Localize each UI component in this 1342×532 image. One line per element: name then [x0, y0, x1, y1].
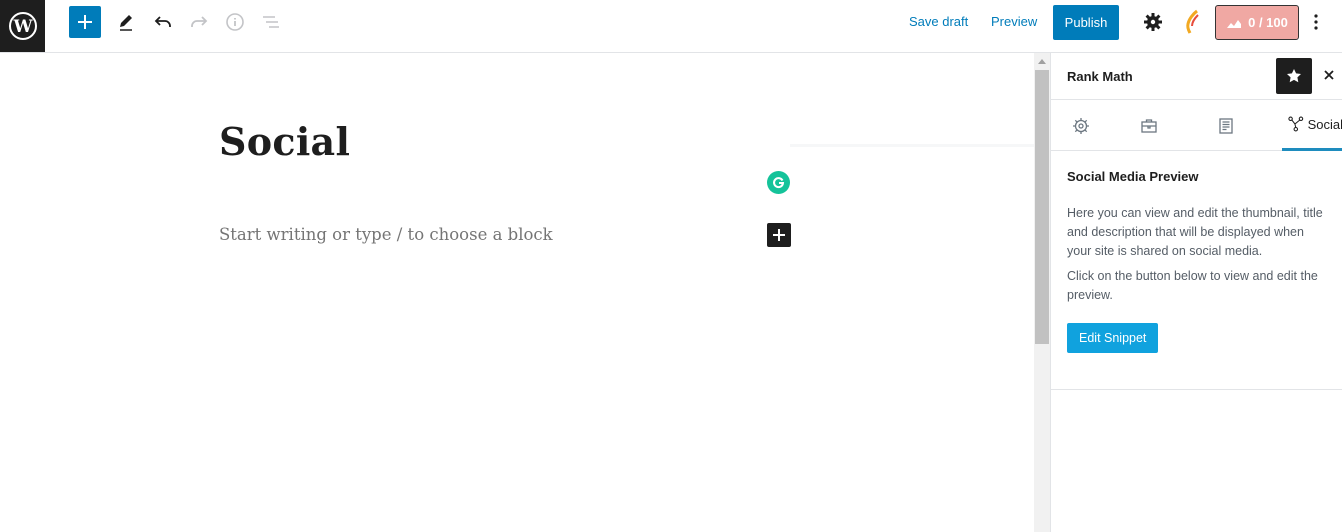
preview-button[interactable]: Preview: [991, 14, 1037, 29]
publish-button[interactable]: Publish: [1053, 5, 1119, 40]
svg-text:W: W: [12, 17, 33, 37]
sidebar-tabs: Social: [1051, 100, 1342, 151]
list-view-icon: [263, 16, 279, 28]
tab-social-label: Social: [1307, 116, 1342, 132]
add-block-button[interactable]: [69, 6, 101, 38]
tools-button[interactable]: [110, 6, 142, 38]
editor-header: W Save draft Preview Publish 0 / 100: [0, 0, 1342, 53]
gear-icon: [1144, 13, 1162, 31]
post-title[interactable]: Social: [219, 119, 350, 164]
scrollbar-thumb[interactable]: [1035, 70, 1049, 344]
edit-snippet-button[interactable]: Edit Snippet: [1067, 323, 1159, 353]
scroll-up-arrow-icon[interactable]: [1034, 53, 1050, 69]
redo-button[interactable]: [183, 6, 215, 38]
panel-description: Here you can view and edit the thumbnail…: [1067, 206, 1323, 258]
gear-icon: [1073, 117, 1089, 134]
plus-icon: [78, 15, 92, 29]
grammarly-icon[interactable]: [767, 171, 790, 194]
more-vertical-icon: [1314, 14, 1318, 30]
more-options-button[interactable]: [1301, 6, 1331, 38]
tab-schema[interactable]: [1196, 100, 1256, 151]
tab-social[interactable]: Social: [1282, 100, 1342, 151]
undo-button[interactable]: [147, 6, 179, 38]
star-icon: [1287, 69, 1301, 83]
info-icon: [226, 13, 244, 31]
close-sidebar-button[interactable]: [1319, 65, 1339, 85]
divider: [790, 144, 1034, 147]
list-view-button[interactable]: [255, 6, 287, 38]
tab-general[interactable]: [1051, 100, 1111, 151]
briefcase-icon: [1141, 118, 1157, 133]
sidebar-title: Rank Math: [1067, 69, 1133, 84]
close-icon: [1324, 70, 1334, 80]
seo-score-button[interactable]: 0 / 100: [1215, 5, 1299, 40]
pin-sidebar-button[interactable]: [1276, 58, 1312, 94]
social-panel: Social Media Preview Here you can view a…: [1051, 151, 1342, 390]
rank-math-button[interactable]: [1177, 6, 1209, 38]
details-button[interactable]: [219, 6, 251, 38]
redo-icon: [191, 16, 208, 27]
rank-math-icon: [1186, 9, 1199, 34]
social-share-icon: [1288, 116, 1304, 132]
chart-trend-icon: [1227, 19, 1242, 28]
block-placeholder[interactable]: Start writing or type / to choose a bloc…: [219, 225, 553, 244]
pencil-icon: [120, 15, 132, 31]
panel-heading: Social Media Preview: [1067, 169, 1199, 184]
panel-instruction: Click on the button below to view and ed…: [1067, 269, 1318, 302]
settings-button[interactable]: [1137, 6, 1169, 38]
scrollbar[interactable]: [1034, 53, 1050, 532]
undo-icon: [154, 16, 171, 27]
plus-icon: [773, 229, 785, 241]
editor-canvas[interactable]: Social Start writing or type / to choose…: [0, 53, 1034, 532]
tab-advanced[interactable]: [1119, 100, 1179, 151]
sidebar-header: Rank Math: [1051, 53, 1342, 100]
save-draft-button[interactable]: Save draft: [909, 14, 968, 29]
seo-score-value: 0 / 100: [1248, 15, 1288, 30]
wordpress-logo-icon[interactable]: W: [0, 0, 45, 52]
inline-add-block-button[interactable]: [767, 223, 791, 247]
rank-math-sidebar: Rank Math Social Social Media Preview He…: [1050, 53, 1342, 532]
schema-icon: [1219, 117, 1233, 134]
